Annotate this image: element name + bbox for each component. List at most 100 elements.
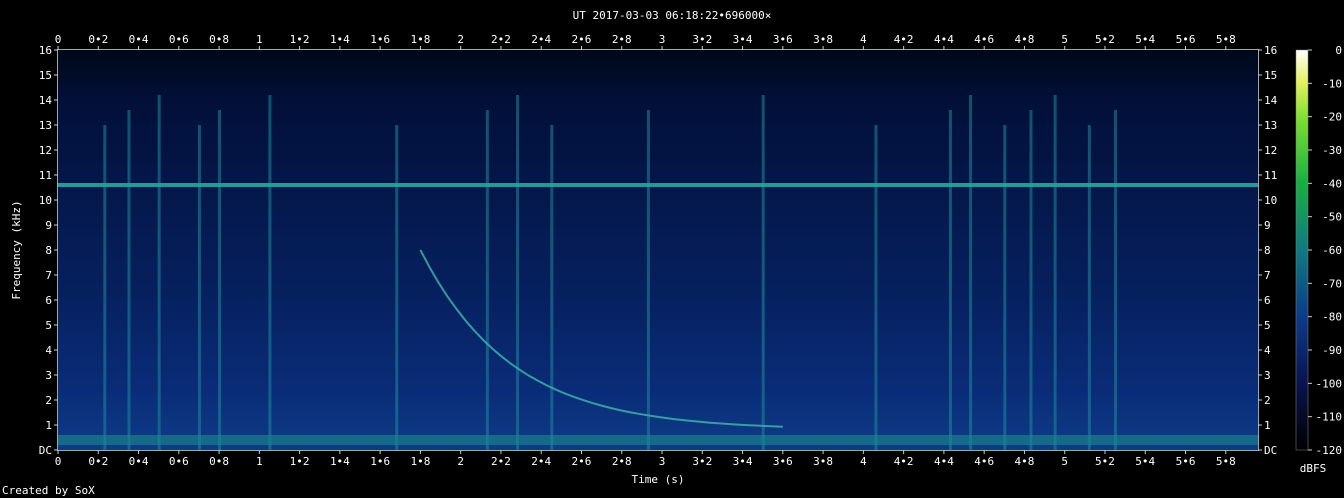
y-tick-label: 10: [39, 194, 52, 207]
x-tick-label: 5: [1061, 33, 1068, 46]
x-tick-label: 1•4: [330, 455, 350, 468]
x-tick-label: 4: [860, 33, 867, 46]
y-tick-label: 2: [45, 394, 52, 407]
impulse-streak: [1087, 125, 1091, 450]
y-tick-label: 7: [1264, 269, 1271, 282]
x-tick-label: 0•6: [169, 455, 189, 468]
x-tick-label: 0: [55, 33, 62, 46]
impulse-streak: [395, 125, 399, 450]
x-tick-label: 0•4: [129, 33, 149, 46]
x-tick-label: 5•2: [1095, 455, 1115, 468]
spectrogram-chart: UT 2017-03-03 06:18:22•696000× 0 0•2 0•4 0•…: [2, 9, 1343, 497]
colorbar: [1295, 49, 1309, 451]
colorbar-tick-label: -110: [1316, 411, 1343, 424]
x-tick-label: 2•2: [491, 33, 511, 46]
colorbar-tick-label: -70: [1322, 277, 1342, 290]
colorbar-label: dBFS: [1300, 462, 1327, 475]
x-tick-label: 1•2: [290, 33, 310, 46]
y-tick-label: 6: [1264, 294, 1271, 307]
x-tick-label: 1: [256, 455, 263, 468]
x-tick-label: 3: [659, 455, 666, 468]
y-tick-label: 9: [1264, 219, 1271, 232]
chart-title: UT 2017-03-03 06:18:22•696000×: [573, 9, 772, 22]
x-tick-label: 0: [55, 455, 62, 468]
y-tick-label: 7: [45, 269, 52, 282]
x-tick-label: 5•6: [1176, 455, 1196, 468]
impulse-streak: [874, 125, 878, 450]
y-tick-label: 2: [1264, 394, 1271, 407]
impulse-streak: [218, 110, 222, 450]
x-tick-label: 0•6: [169, 33, 189, 46]
low-frequency-band: [58, 435, 1258, 445]
x-tick-label: 2: [457, 455, 464, 468]
colorbar-tick-label: 0: [1335, 44, 1342, 57]
colorbar-tick-label: -120: [1316, 444, 1343, 457]
y-tick-label: 3: [45, 369, 52, 382]
impulse-streak: [761, 95, 765, 450]
x-tick-label: 4•6: [974, 33, 994, 46]
x-tick-label: 4•6: [974, 455, 994, 468]
x-tick-label: 4•8: [1015, 455, 1035, 468]
y-tick-label: 14: [1264, 94, 1278, 107]
impulse-streak: [969, 95, 973, 450]
x-tick-label: 3•4: [733, 455, 753, 468]
x-tick-label: 3•8: [813, 455, 833, 468]
colorbar-tick-label: -60: [1322, 244, 1342, 257]
x-tick-label: 4•8: [1015, 33, 1035, 46]
y-tick-label: 16: [39, 44, 52, 57]
y-tick-label: 15: [39, 69, 52, 82]
x-tick-label: 3•2: [692, 455, 712, 468]
impulse-streak: [550, 125, 554, 450]
impulse-streak: [948, 110, 952, 450]
x-tick-label: 4•4: [934, 33, 954, 46]
x-tick-label: 3•2: [692, 33, 712, 46]
y-tick-label: DC: [39, 444, 52, 457]
y-tick-label: 1: [45, 419, 52, 432]
colorbar-tick-label: -90: [1322, 344, 1342, 357]
y-tick-label: 5: [45, 319, 52, 332]
x-tick-label: 5•2: [1095, 33, 1115, 46]
x-tick-label: 1: [256, 33, 263, 46]
y-tick-label: 5: [1264, 319, 1271, 332]
x-tick-label: 4•2: [894, 33, 914, 46]
x-axis-bottom: 0 0•2 0•4 0•6 0•8 1 1•2 1•4 1•6 1•8 2 2•2 2•4 2•6 2•8 3…: [55, 450, 1236, 468]
impulse-streak: [197, 125, 201, 450]
x-tick-label: 3: [659, 33, 666, 46]
y-tick-label: 9: [45, 219, 52, 232]
x-tick-label: 3•4: [733, 33, 753, 46]
impulse-streak: [1029, 110, 1033, 450]
impulse-streak: [1053, 95, 1057, 450]
impulse-streak: [646, 110, 650, 450]
impulse-streak: [127, 110, 131, 450]
x-tick-label: 0•2: [88, 33, 108, 46]
y-tick-label: 13: [1264, 119, 1277, 132]
x-tick-label: 2•8: [612, 455, 632, 468]
y-tick-label: 3: [1264, 369, 1271, 382]
x-axis-label: Time (s): [632, 473, 685, 486]
x-tick-label: 1•4: [330, 33, 350, 46]
y-tick-label: 4: [45, 344, 52, 357]
colorbar-tick-label: -50: [1322, 211, 1342, 224]
y-tick-label: 15: [1264, 69, 1277, 82]
x-tick-label: 5•8: [1216, 455, 1236, 468]
x-tick-label: 0•2: [88, 455, 108, 468]
impulse-streak: [103, 125, 107, 450]
x-tick-label: 2•8: [612, 33, 632, 46]
x-axis-top: 0 0•2 0•4 0•6 0•8 1 1•2 1•4 1•6 1•8 2 2•2 2•4 2•6 2•8 3…: [55, 33, 1236, 50]
colorbar-tick-label: -20: [1322, 111, 1342, 124]
impulse-streak: [157, 95, 161, 450]
x-tick-label: 2: [457, 33, 464, 46]
y-tick-label: 6: [45, 294, 52, 307]
y-tick-label: 11: [1264, 169, 1277, 182]
y-tick-label: 11: [39, 169, 52, 182]
y-tick-label: 10: [1264, 194, 1277, 207]
y-axis-left: DC12345678910111213141516: [39, 44, 58, 457]
footer-credit: Created by SoX: [2, 484, 95, 497]
y-tick-label: 8: [45, 244, 52, 257]
x-tick-label: 1•8: [410, 455, 430, 468]
x-tick-label: 0•8: [209, 455, 229, 468]
y-axis-label: Frequency (kHz): [10, 200, 23, 299]
x-tick-label: 0•8: [209, 33, 229, 46]
y-tick-label: 4: [1264, 344, 1271, 357]
impulse-streak: [1003, 125, 1007, 450]
